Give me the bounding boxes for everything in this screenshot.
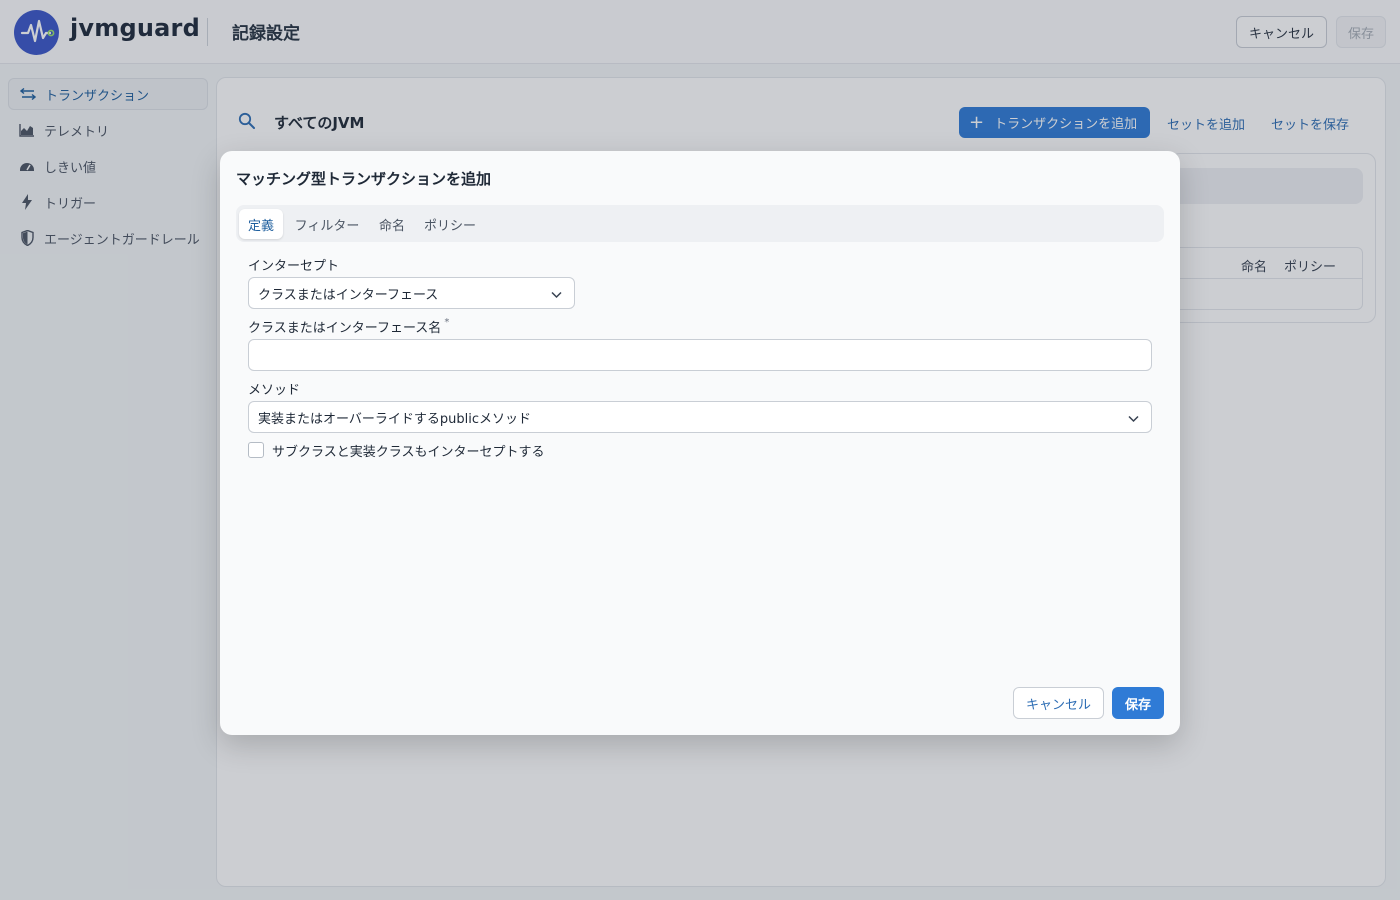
tab-policy[interactable]: ポリシー bbox=[420, 209, 480, 239]
class-name-label-text: クラスまたはインターフェース名 bbox=[248, 321, 442, 336]
required-marker: * bbox=[444, 317, 450, 328]
tab-naming[interactable]: 命名 bbox=[372, 209, 412, 239]
method-select[interactable]: 実装またはオーバーライドするpublicメソッド bbox=[248, 401, 1152, 433]
add-matching-transaction-dialog: マッチング型トランザクションを追加 定義 フィルター 命名 ポリシー インターセ… bbox=[220, 151, 1180, 735]
method-select-value: 実装またはオーバーライドするpublicメソッド bbox=[258, 411, 531, 427]
intercept-label: インターセプト bbox=[248, 259, 340, 274]
chevron-down-icon bbox=[1128, 412, 1139, 427]
intercept-select[interactable]: クラスまたはインターフェース bbox=[248, 277, 575, 309]
dialog-cancel-button[interactable]: キャンセル bbox=[1013, 687, 1104, 719]
tab-filter[interactable]: フィルター bbox=[290, 209, 364, 239]
class-name-label: クラスまたはインターフェース名 * bbox=[248, 317, 449, 336]
tab-definition[interactable]: 定義 bbox=[239, 209, 283, 239]
subclass-checkbox[interactable] bbox=[248, 442, 264, 458]
dialog-tabs: 定義 フィルター 命名 ポリシー bbox=[236, 205, 1164, 242]
chevron-down-icon bbox=[551, 288, 562, 303]
intercept-select-value: クラスまたはインターフェース bbox=[258, 287, 439, 303]
dialog-save-button[interactable]: 保存 bbox=[1112, 687, 1164, 719]
subclass-checkbox-label[interactable]: サブクラスと実装クラスもインターセプトする bbox=[272, 441, 544, 460]
dialog-title: マッチング型トランザクションを追加 bbox=[236, 170, 492, 188]
method-label: メソッド bbox=[248, 383, 301, 398]
class-name-input[interactable] bbox=[248, 339, 1152, 371]
